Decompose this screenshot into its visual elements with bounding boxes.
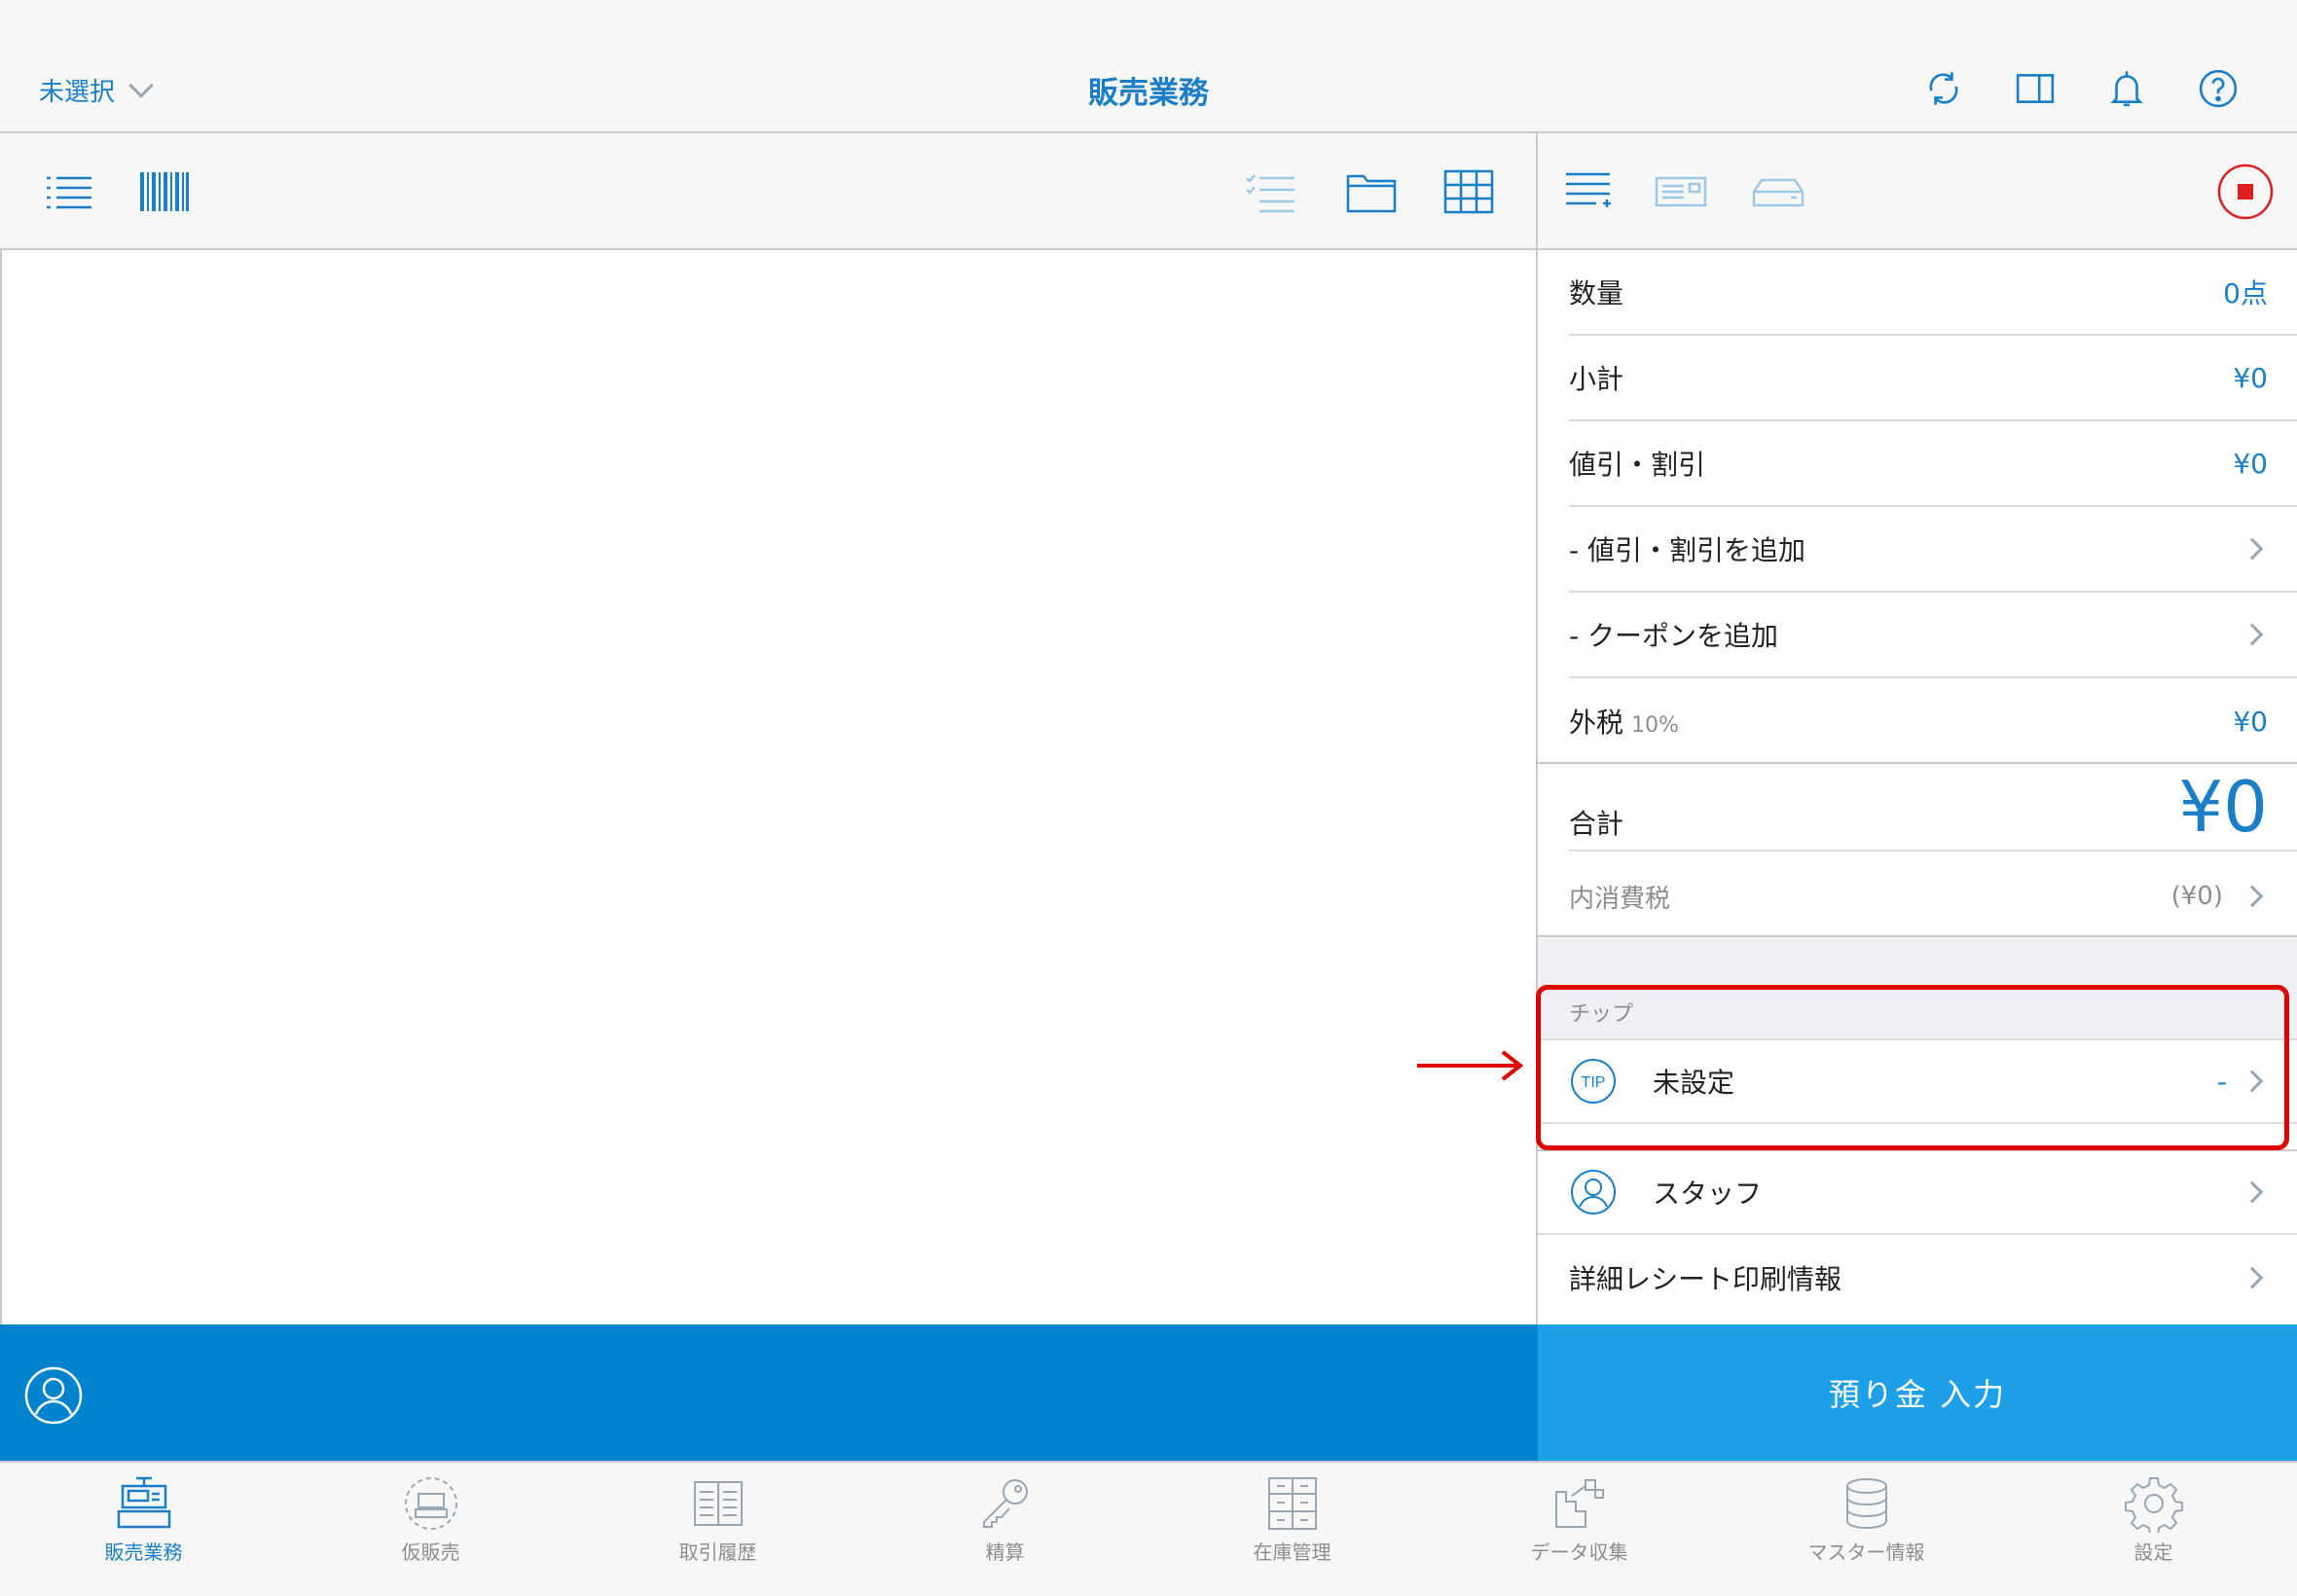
tab-inventory[interactable]: 在庫管理	[1148, 1463, 1436, 1596]
highlight-box	[1536, 985, 2289, 1150]
total-label: 合計	[1569, 808, 1624, 840]
discount-value: ¥0	[2233, 447, 2268, 480]
quantity-label: 数量	[1569, 277, 1624, 309]
tab-label: 精算	[985, 1541, 1025, 1564]
add-line-icon[interactable]	[1563, 168, 1616, 215]
data-collection-icon	[1554, 1479, 1604, 1528]
tax-value: ¥0	[2233, 705, 2268, 738]
quantity-row: 数量 0点	[1569, 250, 2297, 336]
cart-toolbar	[1538, 133, 2297, 250]
tab-label: データ収集	[1530, 1541, 1628, 1564]
book-icon	[693, 1481, 743, 1526]
tab-label: マスター情報	[1807, 1541, 1925, 1564]
inclusive-tax-label: 内消費税	[1569, 884, 1671, 914]
tab-history[interactable]: 取引履歴	[574, 1463, 861, 1596]
bell-icon[interactable]	[2106, 68, 2147, 109]
tab-label: 在庫管理	[1253, 1541, 1331, 1564]
arrow-right-icon	[1417, 1050, 1524, 1081]
provisional-register-icon	[404, 1477, 457, 1530]
cabinet-icon	[1267, 1477, 1317, 1530]
subtotal-row: 小計 ¥0	[1569, 336, 2297, 421]
key-icon	[982, 1479, 1028, 1528]
chevron-right-icon	[2241, 623, 2264, 646]
total-value: ¥0	[2178, 766, 2268, 848]
top-bar: 未選択 販売業務	[0, 0, 2297, 133]
grid-icon[interactable]	[1442, 168, 1495, 215]
tab-provisional-sales[interactable]: 仮販売	[287, 1463, 574, 1596]
chevron-right-icon	[2241, 1180, 2264, 1204]
chevron-right-icon	[2241, 1266, 2264, 1289]
sync-icon[interactable]	[1923, 68, 1964, 109]
split-view-icon[interactable]	[2015, 68, 2056, 109]
inclusive-tax-value: (¥0)	[2170, 882, 2223, 911]
stop-icon[interactable]	[2217, 163, 2274, 220]
add-coupon-label: - クーポンを追加	[1569, 620, 1779, 652]
drawer-icon[interactable]	[1752, 168, 1805, 215]
staff-icon	[1571, 1170, 1616, 1215]
register-icon	[117, 1476, 170, 1529]
gear-icon	[2124, 1477, 2183, 1533]
discount-row: 値引・割引 ¥0	[1569, 421, 2297, 507]
receipt-info-row[interactable]: 詳細レシート印刷情報	[1569, 1235, 2297, 1321]
staff-row[interactable]: スタッフ	[1538, 1149, 2297, 1235]
tax-row: 外税 10% ¥0	[1569, 678, 2297, 764]
tab-settlement[interactable]: 精算	[861, 1463, 1148, 1596]
inclusive-tax-row[interactable]: 内消費税 (¥0)	[1569, 853, 2297, 939]
tab-data-collection[interactable]: データ収集	[1436, 1463, 1723, 1596]
chevron-right-icon	[2241, 885, 2264, 908]
subtotal-label: 小計	[1569, 363, 1624, 395]
customer-icon[interactable]	[23, 1365, 84, 1426]
customer-bar	[0, 1324, 1538, 1461]
tax-label: 外税	[1569, 707, 1624, 739]
checklist-icon[interactable]	[1244, 168, 1296, 215]
discount-label: 値引・割引	[1569, 449, 1706, 481]
chevron-right-icon	[2241, 537, 2264, 561]
add-coupon-row[interactable]: - クーポンを追加	[1569, 593, 2297, 678]
tab-bar: 販売業務 仮販売 取引履歴 精算 在庫管理 データ収集 マスター情報 設定	[0, 1461, 2297, 1596]
tab-sales[interactable]: 販売業務	[0, 1463, 287, 1596]
add-discount-label: - 値引・割引を追加	[1569, 534, 1806, 566]
folder-icon[interactable]	[1345, 168, 1398, 215]
total-row: 合計 ¥0	[1569, 764, 2297, 852]
tab-label: 取引履歴	[678, 1541, 757, 1564]
quantity-value: 0点	[2223, 277, 2268, 309]
database-icon	[1845, 1478, 1887, 1530]
tab-label: 仮販売	[401, 1541, 460, 1564]
tab-label: 設定	[2133, 1541, 2173, 1564]
card-reader-icon[interactable]	[1655, 168, 1707, 215]
staff-label: スタッフ	[1653, 1178, 1763, 1210]
tab-master-info[interactable]: マスター情報	[1723, 1463, 2010, 1596]
help-icon[interactable]	[2198, 68, 2239, 109]
deposit-input-button[interactable]: 預り金 入力	[1538, 1324, 2297, 1461]
subtotal-value: ¥0	[2233, 361, 2268, 394]
receipt-info-label: 詳細レシート印刷情報	[1569, 1263, 1842, 1295]
tax-rate: 10%	[1631, 713, 1679, 738]
add-discount-row[interactable]: - 値引・割引を追加	[1569, 507, 2297, 593]
tab-label: 販売業務	[104, 1541, 183, 1564]
list-icon[interactable]	[43, 168, 95, 215]
tab-settings[interactable]: 設定	[2010, 1463, 2297, 1596]
barcode-icon[interactable]	[138, 168, 191, 215]
item-list-area[interactable]	[0, 250, 1538, 1324]
cart-summary-panel: 数量 0点 小計 ¥0 値引・割引 ¥0 - 値引・割引を追加 - クーポンを追…	[1538, 250, 2297, 1324]
item-toolbar	[0, 133, 1538, 250]
